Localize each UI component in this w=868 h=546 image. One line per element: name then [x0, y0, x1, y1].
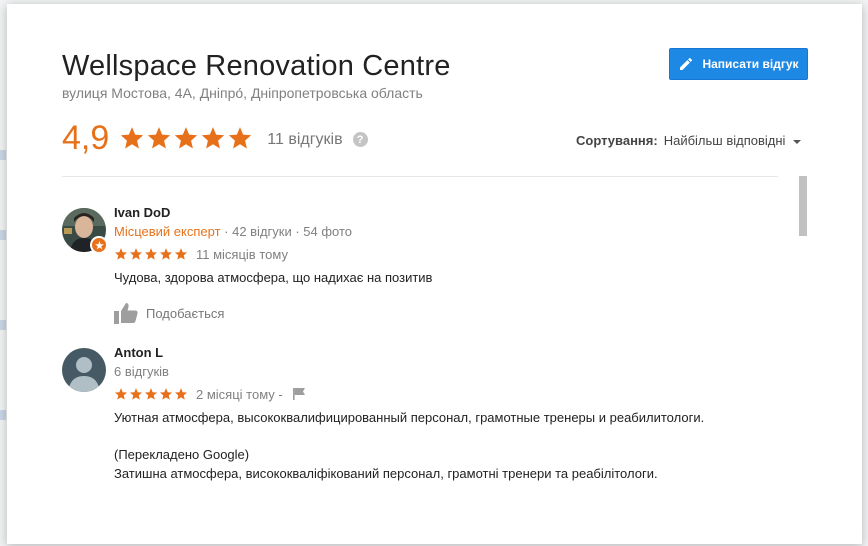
write-review-label: Написати відгук: [702, 57, 799, 71]
review-stars: [114, 247, 188, 261]
backdrop-fragment: [0, 230, 6, 240]
sort-dropdown[interactable]: Сортування: Найбільш відповідні: [576, 133, 802, 148]
translation-note: (Перекладено Google): [114, 447, 250, 462]
local-expert-label: Місцевий експерт: [114, 224, 221, 239]
review-time: 2 місяці тому -: [196, 386, 283, 402]
review-item: Ivan DoD Місцевий експерт · 42 відгуки ·…: [62, 204, 782, 325]
review-list: Ivan DoD Місцевий експерт · 42 відгуки ·…: [62, 204, 782, 483]
pencil-icon: [680, 57, 693, 70]
star-icon: [129, 388, 143, 400]
avatar[interactable]: [62, 208, 108, 254]
reviewer-meta: 6 відгуків: [114, 364, 169, 379]
translated-text: Затишна атмосфера, висококваліфікований …: [114, 466, 658, 481]
flag-icon[interactable]: [292, 388, 305, 400]
star-icon: [159, 388, 173, 400]
chevron-down-icon: [793, 139, 802, 144]
star-icon: [174, 248, 188, 260]
scrollbar[interactable]: [797, 174, 809, 544]
reviews-dialog: Wellspace Renovation Centre вулиця Мосто…: [7, 4, 862, 544]
write-review-button[interactable]: Написати відгук: [669, 48, 808, 80]
review-stars: [114, 387, 188, 401]
reviewer-name[interactable]: Anton L: [114, 344, 782, 362]
backdrop-fragment: [0, 410, 6, 420]
review-time: 11 місяців тому: [196, 246, 288, 262]
reviewer-stats: · 42 відгуки · 54 фото: [220, 224, 353, 239]
star-icon: [148, 127, 171, 149]
review-item: Anton L 6 відгуків 2 місяці тому - Уютна…: [62, 344, 782, 483]
thumbs-up-icon: [114, 303, 138, 324]
sort-label: Сортування:: [576, 133, 658, 148]
review-text: Уютная атмосфера, высококвалифицированны…: [114, 410, 705, 425]
rating-value: 4,9: [62, 119, 110, 157]
divider: [62, 176, 778, 177]
help-icon[interactable]: ?: [352, 132, 368, 147]
star-icon: [144, 388, 158, 400]
reviewer-name[interactable]: Ivan DoD: [114, 204, 782, 222]
star-icon: [202, 127, 225, 149]
star-icon: [114, 388, 128, 400]
star-icon: [121, 127, 144, 149]
like-button[interactable]: Подобається: [114, 301, 782, 325]
like-label: Подобається: [146, 305, 225, 321]
sort-value: Найбільш відповідні: [663, 133, 786, 148]
backdrop-fragment: [0, 320, 6, 330]
star-icon: [175, 127, 198, 149]
reviewer-meta: Місцевий експерт · 42 відгуки · 54 фото: [114, 222, 782, 242]
scrollbar-thumb[interactable]: [799, 176, 807, 236]
star-icon: [229, 127, 252, 149]
review-rating: 2 місяці тому -: [114, 384, 782, 404]
review-text: Чудова, здорова атмосфера, що надихає на…: [114, 270, 433, 285]
place-address: вулиця Мостова, 4А, Дніпро́, Дніпропетро…: [62, 85, 423, 101]
backdrop-fragment: [0, 150, 6, 160]
star-icon: [114, 248, 128, 260]
review-rating: 11 місяців тому: [114, 244, 782, 264]
star-icon: [129, 248, 143, 260]
avatar[interactable]: [62, 348, 106, 392]
review-count[interactable]: 11 відгуків: [267, 131, 342, 149]
star-icon: [159, 248, 173, 260]
star-icon: [174, 388, 188, 400]
default-avatar-icon: [62, 348, 106, 392]
star-icon: [144, 248, 158, 260]
local-guide-badge-icon: [90, 236, 108, 254]
rating-stars: [119, 125, 253, 151]
